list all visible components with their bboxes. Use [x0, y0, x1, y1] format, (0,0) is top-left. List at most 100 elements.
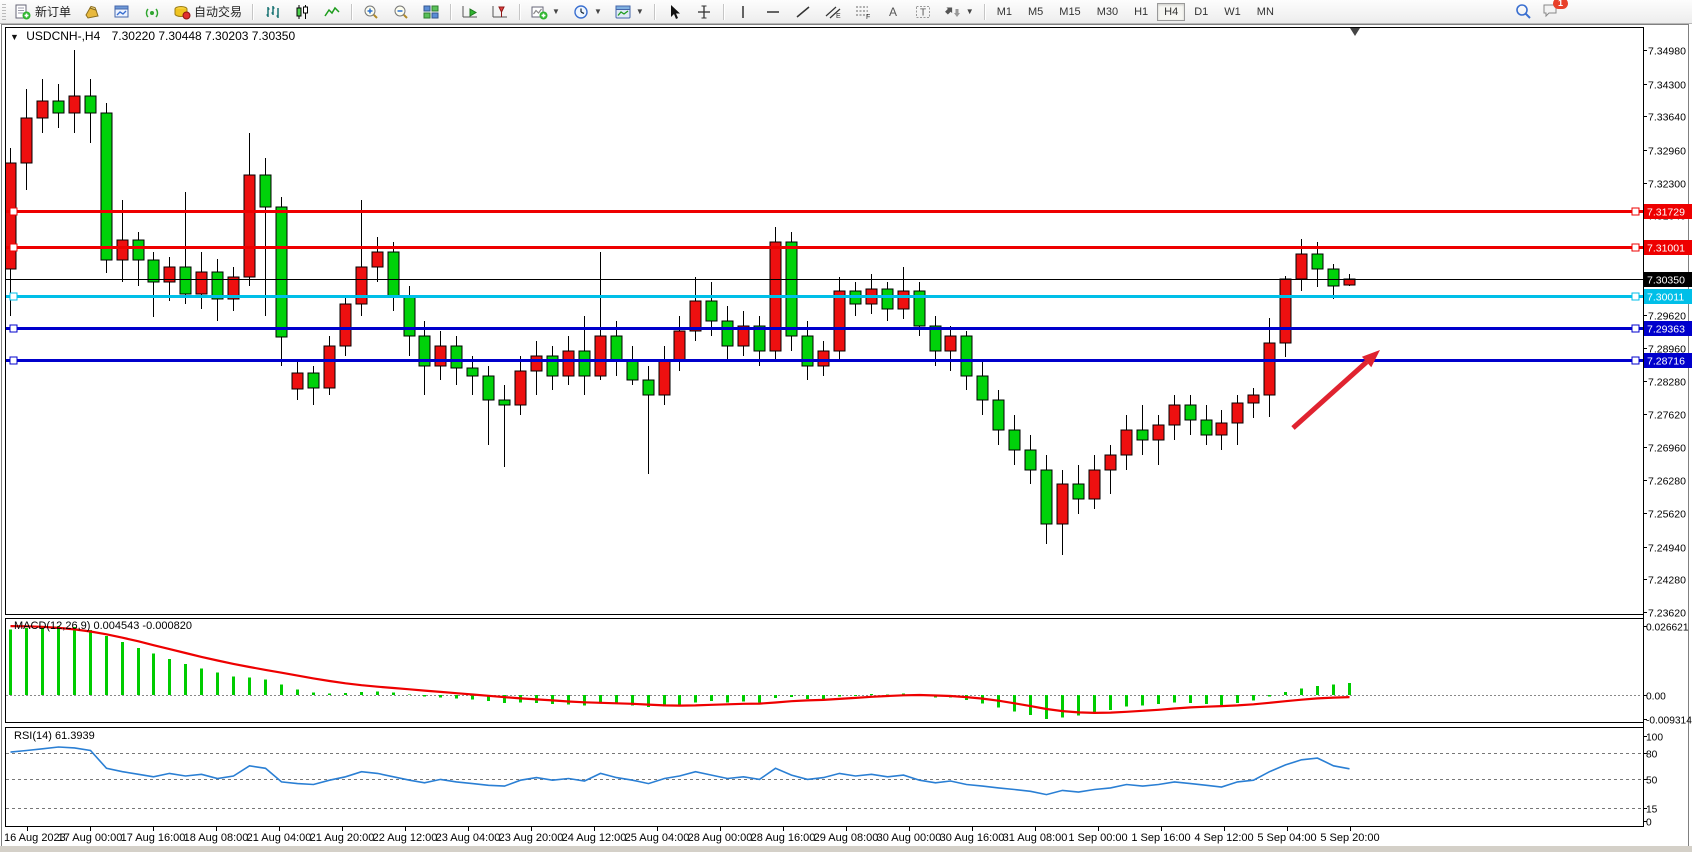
search-icon[interactable] — [1515, 3, 1532, 20]
new-order-icon — [14, 4, 32, 20]
zoom-out-button[interactable] — [387, 1, 415, 23]
cursor-tool-button[interactable] — [660, 1, 688, 23]
timeframe-button-m15[interactable]: M15 — [1052, 3, 1087, 21]
hline-price-tag-text: 7.31729 — [1647, 207, 1685, 219]
text-tool-button[interactable]: A — [879, 1, 907, 23]
candle — [882, 289, 893, 309]
horizontal-line-tool-button[interactable] — [759, 1, 787, 23]
time-axis-label: 21 Aug 20:00 — [310, 832, 375, 844]
price-axis-label: 7.34300 — [1648, 80, 1686, 92]
toolbar-separator — [984, 4, 985, 20]
clock-icon — [572, 4, 590, 20]
notifications-button[interactable]: 1 — [1542, 2, 1560, 21]
periods-button[interactable]: ▼ — [567, 1, 607, 23]
candle — [1009, 430, 1020, 450]
candle — [244, 175, 255, 277]
candle — [467, 368, 478, 376]
candle — [834, 291, 845, 351]
price-axis-label: 7.25620 — [1648, 509, 1686, 521]
candle — [356, 267, 367, 304]
trendline-icon — [794, 4, 812, 20]
macd-axis-label: 0.026621 — [1646, 623, 1689, 634]
toolbar-separator — [654, 4, 655, 20]
data-window-button[interactable] — [108, 1, 136, 23]
candle — [69, 96, 80, 113]
time-axis-label: 31 Aug 08:00 — [1003, 832, 1068, 844]
new-order-button[interactable]: 新订单 — [9, 1, 76, 23]
hline-handle[interactable] — [10, 293, 17, 300]
candle — [483, 376, 494, 400]
hline-handle[interactable] — [1632, 208, 1639, 215]
timeframe-button-m5[interactable]: M5 — [1021, 3, 1050, 21]
chevron-down-icon: ▼ — [552, 7, 560, 16]
navigator-button[interactable] — [138, 1, 166, 23]
chevron-down-icon: ▼ — [636, 7, 644, 16]
candle — [1105, 455, 1116, 470]
text-label-tool-button[interactable]: T — [909, 1, 937, 23]
price-axis-label: 7.29620 — [1648, 311, 1686, 323]
timeframe-button-mn[interactable]: MN — [1250, 3, 1281, 21]
templates-button[interactable]: ▼ — [609, 1, 649, 23]
symbol-dropdown-icon[interactable]: ▼ — [10, 32, 19, 42]
notification-badge: 1 — [1553, 0, 1568, 9]
time-axis-label: 18 Aug 08:00 — [184, 832, 249, 844]
hline-handle[interactable] — [10, 325, 17, 332]
candle — [531, 356, 542, 371]
candle — [1296, 254, 1307, 279]
chart-canvas[interactable]: 7.349807.343007.336407.329607.323007.316… — [0, 0, 1692, 852]
candle — [101, 113, 112, 260]
toolbar-separator — [450, 4, 451, 20]
candlestick-mode-button[interactable] — [288, 1, 316, 23]
chevron-down-icon: ▼ — [594, 7, 602, 16]
rsi-axis[interactable]: 1008050150 — [1643, 733, 1663, 829]
timeframe-button-m1[interactable]: M1 — [990, 3, 1019, 21]
macd-indicator-label: MACD(12,26,9) 0.004543 -0.000820 — [14, 620, 192, 632]
time-axis[interactable]: 16 Aug 202317 Aug 00:0017 Aug 16:0018 Au… — [4, 827, 1380, 844]
timeframe-button-d1[interactable]: D1 — [1187, 3, 1215, 21]
macd-axis[interactable]: 0.0266210.00-0.009314 — [1643, 623, 1692, 727]
zoom-in-button[interactable] — [357, 1, 385, 23]
toolbar-grip[interactable] — [2, 4, 6, 20]
timeframe-button-m30[interactable]: M30 — [1090, 3, 1125, 21]
indicators-button[interactable]: ▼ — [525, 1, 565, 23]
price-axis-label: 7.34980 — [1648, 46, 1686, 58]
timeframe-button-h1[interactable]: H1 — [1127, 3, 1155, 21]
vertical-line-tool-button[interactable] — [729, 1, 757, 23]
candle — [579, 351, 590, 376]
hline-handle[interactable] — [10, 357, 17, 364]
fibonacci-tool-button[interactable]: F — [849, 1, 877, 23]
time-axis-label: 5 Sep 04:00 — [1257, 832, 1316, 844]
auto-trading-button[interactable]: 自动交易 — [168, 1, 247, 23]
timeframe-button-h4[interactable]: H4 — [1157, 3, 1185, 21]
auto-scroll-button[interactable] — [456, 1, 484, 23]
candle — [993, 400, 1004, 430]
hline-handle[interactable] — [1632, 357, 1639, 364]
time-axis-label: 30 Aug 00:00 — [877, 832, 942, 844]
macd-panel[interactable] — [6, 619, 1644, 723]
arrows-tool-button[interactable]: ▼ — [939, 1, 979, 23]
hline-price-tag-text: 7.30011 — [1647, 292, 1684, 304]
price-panel[interactable] — [6, 28, 1644, 615]
line-chart-mode-button[interactable] — [318, 1, 346, 23]
candle — [1264, 343, 1275, 395]
channel-tool-button[interactable]: E — [819, 1, 847, 23]
market-watch-button[interactable] — [78, 1, 106, 23]
time-axis-label: 28 Aug 00:00 — [688, 832, 753, 844]
hline-handle[interactable] — [1632, 244, 1639, 251]
crosshair-tool-button[interactable] — [690, 1, 718, 23]
auto-scroll-icon — [461, 4, 479, 20]
candle — [627, 361, 638, 380]
rsi-indicator-label: RSI(14) 61.3939 — [14, 730, 95, 742]
candle — [1041, 470, 1052, 524]
hline-handle[interactable] — [1632, 325, 1639, 332]
hline-handle[interactable] — [1632, 293, 1639, 300]
timeframe-button-w1[interactable]: W1 — [1217, 3, 1248, 21]
tile-windows-button[interactable] — [417, 1, 445, 23]
trendline-tool-button[interactable] — [789, 1, 817, 23]
bar-chart-mode-button[interactable] — [258, 1, 286, 23]
template-icon — [614, 4, 632, 20]
hline-handle[interactable] — [10, 208, 17, 215]
hline-handle[interactable] — [10, 244, 17, 251]
chart-shift-button[interactable] — [486, 1, 514, 23]
chart-info-line[interactable]: ▼ USDCNH-,H4 7.30220 7.30448 7.30203 7.3… — [10, 29, 295, 43]
